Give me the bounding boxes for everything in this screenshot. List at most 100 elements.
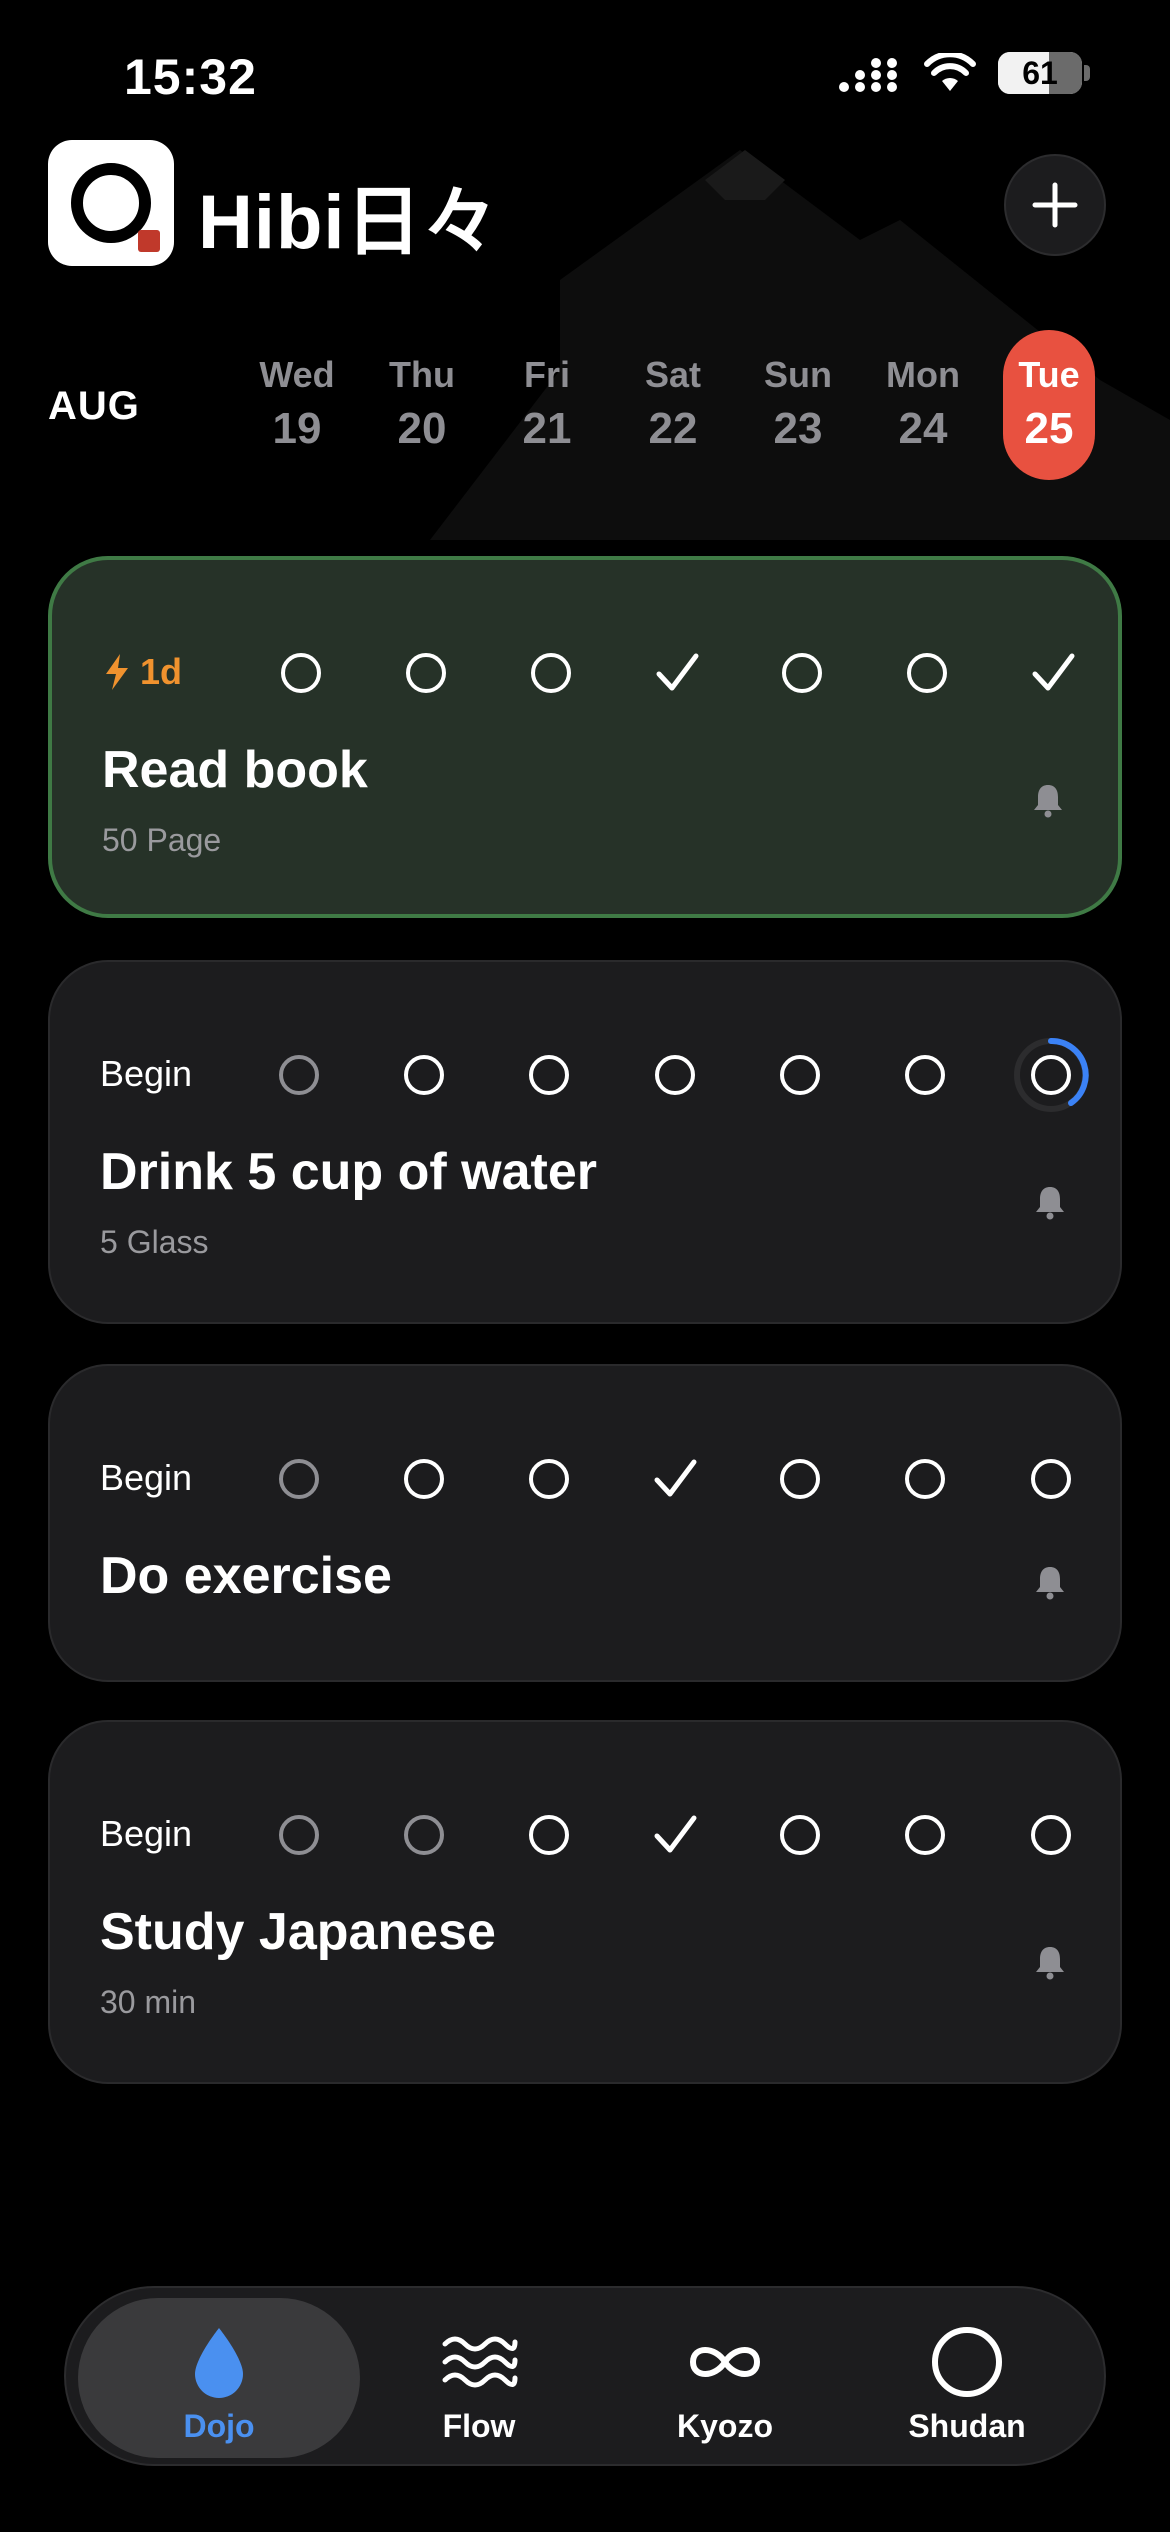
status-icons: 61 [838,52,1090,94]
bell-icon[interactable] [1030,1562,1070,1602]
date-column[interactable]: Sat 22 [627,330,719,480]
empty-circle-icon [404,1055,444,1095]
empty-circle-icon [905,1055,945,1095]
day-number: 23 [773,404,823,453]
battery-indicator: 61 [998,52,1082,94]
habit-card[interactable]: Begin Drink 5 cup of water 5 Glass [48,960,1122,1324]
habit-card[interactable]: 1d Read book 50 Page [48,556,1122,918]
tab-label: Dojo [183,2408,255,2444]
habit-title: Read book [102,741,368,799]
empty-circle-icon [780,1459,820,1499]
day-check-toggle[interactable] [645,1045,705,1105]
streak-text: Begin [100,1457,193,1498]
date-column[interactable]: Mon 24 [877,330,969,480]
empty-circle-icon [780,1055,820,1095]
day-check-toggle[interactable] [647,643,707,703]
day-number: 25 [1024,404,1074,453]
empty-circle-icon [406,653,446,693]
day-check-toggle[interactable] [1021,1805,1081,1865]
tab-bar: Dojo Flow Kyozo Shudan [64,2286,1106,2466]
empty-circle-icon [655,1055,695,1095]
plus-icon [1032,182,1078,228]
day-of-week: Tue [1018,354,1080,395]
streak-label: 1d [102,651,182,693]
empty-circle-icon [1031,1815,1071,1855]
day-check-toggle[interactable] [895,1449,955,1509]
day-check-toggle[interactable] [770,1449,830,1509]
day-of-week: Wed [259,354,335,395]
bell-icon[interactable] [1030,1182,1070,1222]
date-column[interactable]: Tue 25 [1003,330,1095,480]
empty-circle-icon [905,1459,945,1499]
day-check-toggle[interactable] [1023,643,1083,703]
day-check-toggle[interactable] [269,1045,329,1105]
habit-card[interactable]: Begin Do exercise [48,1364,1122,1682]
empty-circle-icon [907,653,947,693]
signal-icon [839,58,897,92]
day-check-toggle[interactable] [770,1805,830,1865]
lightning-icon [106,654,128,690]
empty-circle-icon [279,1815,319,1855]
day-check-toggle[interactable] [770,1045,830,1105]
day-check-toggle[interactable] [396,643,456,703]
day-check-toggle[interactable] [394,1045,454,1105]
drop-icon [195,2328,243,2398]
tab-label: Shudan [908,2408,1026,2444]
tab-flow[interactable]: Flow [338,2298,620,2458]
day-check-toggle[interactable] [1011,1035,1091,1115]
empty-circle-icon [529,1459,569,1499]
tab-kyozo[interactable]: Kyozo [584,2298,866,2458]
bell-icon[interactable] [1028,780,1068,820]
day-check-toggle[interactable] [1021,1449,1081,1509]
tab-dojo[interactable]: Dojo [78,2298,360,2458]
mountain-background-graphic [430,150,1170,540]
checkmark-icon [654,1459,697,1497]
wifi-icon [924,53,976,91]
date-column[interactable]: Wed 19 [251,330,343,480]
tab-shudan[interactable]: Shudan [826,2298,1108,2458]
date-column[interactable]: Fri 21 [501,330,593,480]
habit-title: Study Japanese [100,1903,496,1961]
date-column[interactable]: Thu 20 [376,330,468,480]
add-habit-button[interactable] [1004,154,1106,256]
day-check-toggle[interactable] [895,1045,955,1105]
app-logo [48,140,174,266]
month-label: AUG [48,384,140,428]
day-check-toggle[interactable] [897,643,957,703]
day-check-toggle[interactable] [772,643,832,703]
bell-icon[interactable] [1030,1942,1070,1982]
habit-card[interactable]: Begin Study Japanese 30 min [48,1720,1122,2084]
day-check-toggle[interactable] [269,1449,329,1509]
day-check-toggle[interactable] [394,1805,454,1865]
day-check-toggle[interactable] [645,1449,705,1509]
day-check-toggle[interactable] [394,1449,454,1509]
streak-text: Begin [100,1053,193,1094]
day-check-toggle[interactable] [269,1805,329,1865]
streak-text: 1d [140,651,183,692]
day-of-week: Mon [886,354,960,395]
day-number: 21 [522,404,572,453]
day-check-toggle[interactable] [519,1045,579,1105]
progress-ring-icon [1014,1037,1089,1112]
battery-tip [1084,65,1090,81]
day-of-week: Fri [523,354,570,395]
day-check-toggle[interactable] [645,1805,705,1865]
tab-label: Kyozo [677,2408,773,2444]
streak-label: Begin [100,1813,192,1855]
day-check-toggle[interactable] [271,643,331,703]
battery-percent: 61 [1022,54,1058,91]
day-number: 20 [397,404,447,453]
habit-title: Drink 5 cup of water [100,1143,597,1201]
day-check-toggle[interactable] [521,643,581,703]
day-check-toggle[interactable] [519,1449,579,1509]
empty-circle-icon [1031,1459,1071,1499]
day-number: 19 [272,404,322,453]
day-check-toggle[interactable] [895,1805,955,1865]
date-column[interactable]: Sun 23 [752,330,844,480]
day-of-week: Thu [389,354,455,395]
streak-text: Begin [100,1813,193,1854]
empty-circle-icon [279,1055,319,1095]
checkmark-icon [654,1815,697,1853]
day-check-toggle[interactable] [519,1805,579,1865]
habit-title: Do exercise [100,1547,392,1605]
